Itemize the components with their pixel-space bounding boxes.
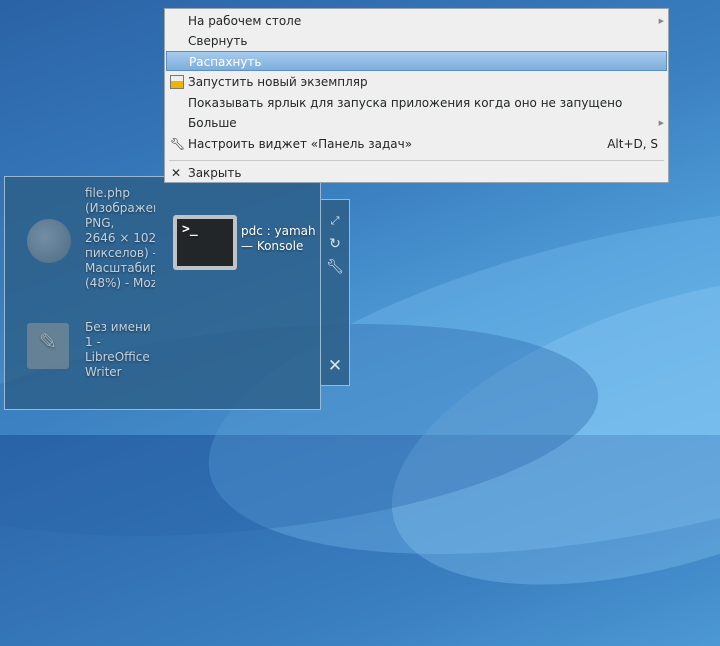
menu-item-label: Показывать ярлык для запуска приложения … bbox=[188, 96, 623, 110]
menu-separator bbox=[169, 160, 664, 161]
menu-item-maximize[interactable]: Распахнуть bbox=[166, 51, 667, 71]
task-title-line: пикселов) - bbox=[85, 246, 155, 260]
menu-item-new-instance[interactable]: Запустить новый экземпляр bbox=[165, 72, 668, 92]
taskbar-popup-panel: file.php (Изображен PNG, 2646 × 1024 пик… bbox=[4, 176, 321, 410]
menu-item-label: Распахнуть bbox=[189, 55, 262, 69]
panel-side-toolbar: ⤢ ↻ 🔧︎ ✕ bbox=[321, 199, 350, 386]
menu-item-on-desktop[interactable]: На рабочем столе ▶ bbox=[165, 11, 668, 31]
writer-icon: ✎ bbox=[27, 323, 69, 369]
close-icon[interactable]: ✕ bbox=[326, 357, 344, 375]
task-title-line: (48%) - Moz bbox=[85, 276, 155, 290]
task-title-line: Writer bbox=[85, 365, 122, 379]
konsole-icon: >_ bbox=[173, 215, 237, 270]
menu-item-label: Больше bbox=[188, 116, 237, 130]
menu-item-more[interactable]: Больше ▶ bbox=[165, 113, 668, 133]
new-instance-icon bbox=[170, 75, 184, 89]
menu-item-configure-taskbar[interactable]: 🔧︎ Настроить виджет «Панель задач» Alt+D, … bbox=[165, 134, 668, 154]
firefox-icon bbox=[27, 219, 71, 263]
task-konsole[interactable]: >_ pdc : yamah — Konsole bbox=[171, 213, 316, 273]
task-title-line: file.php bbox=[85, 186, 130, 200]
task-title-line: Масштабир bbox=[85, 261, 155, 275]
task-title-line: — Konsole bbox=[241, 239, 304, 253]
menu-item-label: Закрыть bbox=[188, 166, 242, 180]
refresh-icon[interactable]: ↻ bbox=[326, 235, 344, 253]
wrench-icon[interactable]: 🔧︎ bbox=[326, 258, 344, 276]
menu-item-label: Запустить новый экземпляр bbox=[188, 75, 368, 89]
task-title-line: 2646 × 1024 bbox=[85, 231, 155, 245]
menu-item-label: На рабочем столе bbox=[188, 14, 302, 28]
task-writer[interactable]: ✎ Без имени 1 - LibreOffice Writer bbox=[23, 317, 163, 382]
menu-item-minimize[interactable]: Свернуть bbox=[165, 31, 668, 51]
context-menu: На рабочем столе ▶ Свернуть Распахнуть За… bbox=[164, 8, 669, 183]
wrench-icon: 🔧︎ bbox=[170, 137, 186, 151]
submenu-arrow-icon: ▶ bbox=[658, 17, 664, 25]
task-title-line: 1 - bbox=[85, 335, 101, 349]
task-firefox[interactable]: file.php (Изображен PNG, 2646 × 1024 пик… bbox=[23, 183, 163, 293]
task-title-line: pdc : yamah bbox=[241, 224, 316, 238]
menu-item-label: Свернуть bbox=[188, 34, 248, 48]
task-title-line: (Изображен bbox=[85, 201, 155, 215]
close-icon: ✕ bbox=[171, 166, 182, 180]
task-title-line: Без имени bbox=[85, 320, 151, 334]
task-title-line: PNG, bbox=[85, 216, 115, 230]
submenu-arrow-icon: ▶ bbox=[658, 119, 664, 127]
menu-item-label: Настроить виджет «Панель задач» bbox=[188, 137, 413, 151]
menu-item-show-launcher[interactable]: Показывать ярлык для запуска приложения … bbox=[165, 93, 668, 113]
maximize-icon[interactable]: ⤢ bbox=[326, 212, 344, 230]
menu-item-close[interactable]: ✕ Закрыть bbox=[165, 163, 668, 183]
shortcut-label: Alt+D, S bbox=[607, 137, 658, 151]
task-title-line: LibreOffice bbox=[85, 350, 150, 364]
